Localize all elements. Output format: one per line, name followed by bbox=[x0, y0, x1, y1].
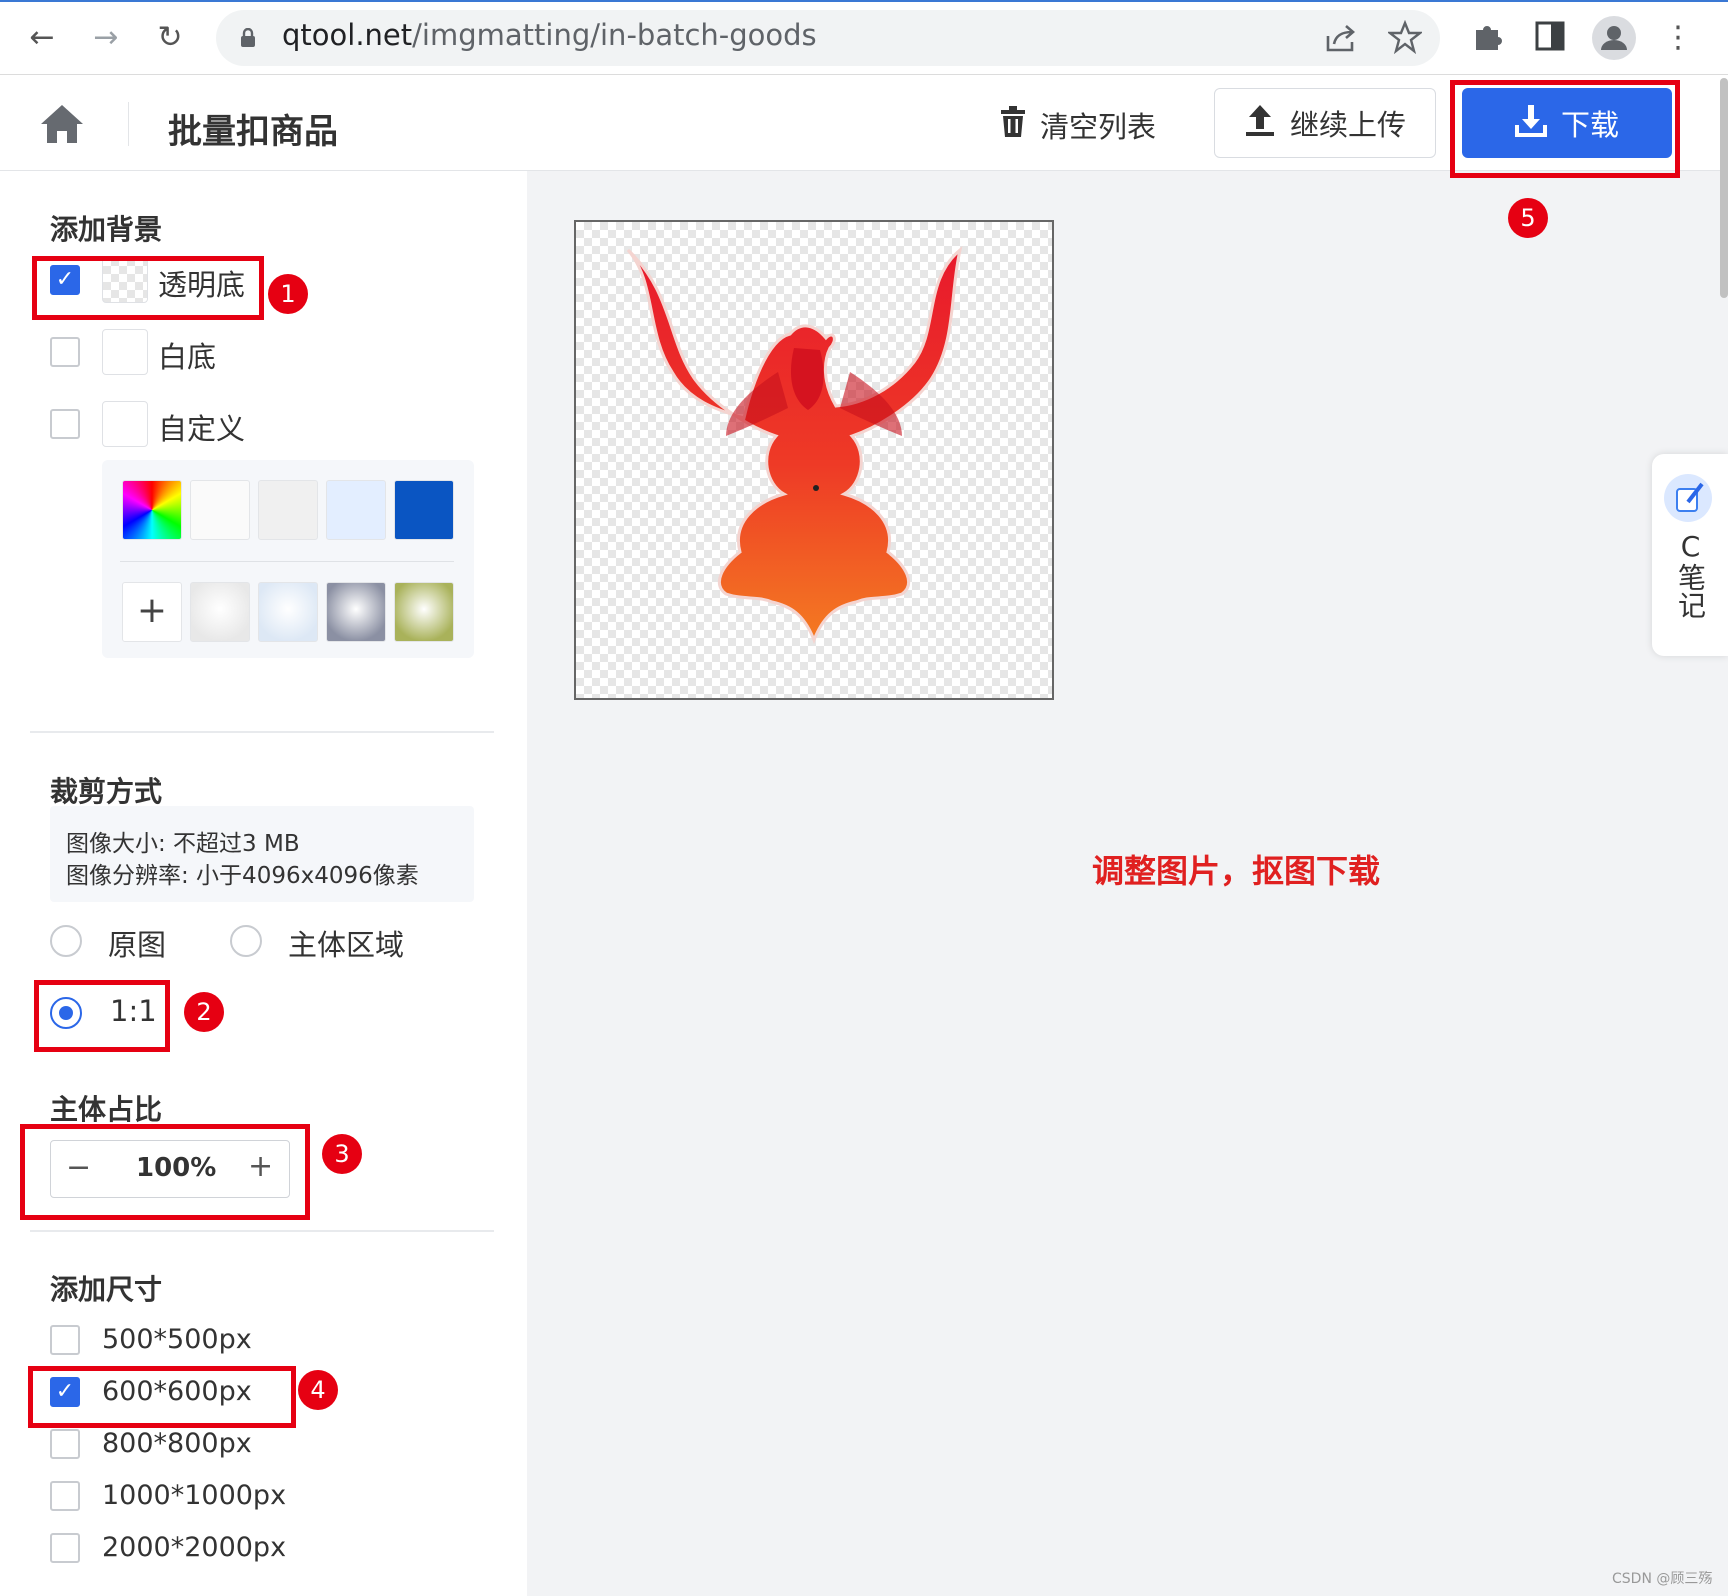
back-arrow-icon[interactable]: ← bbox=[20, 18, 64, 58]
crop-section-title: 裁剪方式 bbox=[50, 775, 163, 808]
extensions-puzzle-icon[interactable] bbox=[1470, 20, 1504, 58]
size-800-label: 800*800px bbox=[102, 1428, 252, 1459]
size-2000-checkbox[interactable] bbox=[50, 1533, 80, 1563]
annotation-badge-3: 3 bbox=[322, 1134, 362, 1174]
continue-upload-label: 继续上传 bbox=[1289, 108, 1406, 142]
palette-color-swatch[interactable] bbox=[326, 480, 386, 540]
white-bg-swatch bbox=[102, 329, 148, 375]
trash-icon bbox=[1000, 105, 1026, 145]
crop-original-label: 原图 bbox=[108, 928, 167, 962]
palette-color-swatch[interactable] bbox=[394, 480, 454, 540]
ratio-section-title: 主体占比 bbox=[50, 1093, 163, 1126]
size-800-checkbox[interactable] bbox=[50, 1429, 80, 1459]
palette-texture-swatch[interactable] bbox=[258, 582, 318, 642]
size-500-label: 500*500px bbox=[102, 1324, 252, 1355]
instruction-note: 调整图片，抠图下载 bbox=[1092, 852, 1381, 890]
lock-icon[interactable] bbox=[240, 27, 256, 48]
clear-list-label: 清空列表 bbox=[1040, 110, 1157, 144]
image-size-info: 图像大小: 不超过3 MB bbox=[66, 831, 300, 857]
palette-color-swatch[interactable] bbox=[190, 480, 250, 540]
annotation-box-1 bbox=[32, 256, 264, 320]
palette-texture-swatch[interactable] bbox=[394, 582, 454, 642]
section-divider bbox=[30, 1230, 494, 1232]
color-wheel-swatch[interactable] bbox=[122, 480, 182, 540]
phoenix-image bbox=[626, 246, 963, 645]
browser-menu-icon[interactable]: ⋮ bbox=[1656, 18, 1700, 58]
forward-arrow-icon[interactable]: → bbox=[84, 18, 128, 58]
section-divider bbox=[30, 731, 494, 733]
background-section-title: 添加背景 bbox=[50, 213, 163, 246]
clear-list-button[interactable]: 清空列表 bbox=[1000, 100, 1156, 150]
custom-bg-swatch bbox=[102, 401, 148, 447]
url-text[interactable]: qtool.net/imgmatting/in-batch-goods bbox=[282, 18, 817, 52]
palette-texture-swatch[interactable] bbox=[190, 582, 250, 642]
side-note-label: C笔记 bbox=[1674, 530, 1707, 619]
size-1000-checkbox[interactable] bbox=[50, 1481, 80, 1511]
watermark-text: CSDN @顾三殇 bbox=[1612, 1571, 1713, 1587]
annotation-badge-4: 4 bbox=[298, 1370, 338, 1410]
home-icon[interactable] bbox=[38, 102, 86, 150]
annotation-box-5 bbox=[1450, 80, 1680, 178]
continue-upload-button[interactable]: 继续上传 bbox=[1214, 88, 1436, 158]
size-section-title: 添加尺寸 bbox=[50, 1273, 163, 1306]
annotation-box-3 bbox=[20, 1124, 310, 1220]
page-scrollbar[interactable] bbox=[1720, 78, 1728, 298]
upload-icon bbox=[1244, 103, 1276, 144]
annotation-box-4 bbox=[28, 1366, 296, 1428]
annotation-badge-1: 1 bbox=[268, 274, 308, 314]
image-thumbnail[interactable] bbox=[574, 220, 1054, 700]
header-separator bbox=[128, 102, 129, 146]
annotation-badge-5: 5 bbox=[1508, 198, 1548, 238]
crop-subject-label: 主体区域 bbox=[288, 928, 405, 962]
size-2000-label: 2000*2000px bbox=[102, 1532, 287, 1563]
crop-original-radio[interactable] bbox=[50, 925, 82, 957]
share-icon[interactable] bbox=[1324, 22, 1358, 58]
bookmark-star-icon[interactable] bbox=[1386, 19, 1424, 58]
reload-icon[interactable]: ↻ bbox=[148, 18, 192, 58]
profile-avatar-icon[interactable] bbox=[1592, 16, 1636, 60]
page-title: 批量扣商品 bbox=[168, 112, 338, 152]
tab-strip-edge bbox=[0, 0, 1728, 2]
crop-subject-radio[interactable] bbox=[230, 925, 262, 957]
white-bg-label: 白底 bbox=[158, 340, 217, 374]
image-resolution-info: 图像分辨率: 小于4096x4096像素 bbox=[66, 863, 419, 889]
note-feather-icon bbox=[1664, 474, 1712, 522]
annotation-badge-2: 2 bbox=[184, 992, 224, 1032]
palette-texture-swatch[interactable] bbox=[326, 582, 386, 642]
palette-divider bbox=[120, 561, 454, 562]
size-500-checkbox[interactable] bbox=[50, 1325, 80, 1355]
size-1000-label: 1000*1000px bbox=[102, 1480, 287, 1511]
palette-color-swatch[interactable] bbox=[258, 480, 318, 540]
annotation-box-2 bbox=[34, 980, 170, 1052]
side-panel-icon[interactable] bbox=[1534, 20, 1566, 56]
custom-bg-label: 自定义 bbox=[158, 412, 246, 446]
add-color-plus-icon[interactable]: + bbox=[122, 582, 182, 642]
custom-bg-checkbox[interactable] bbox=[50, 409, 80, 439]
white-bg-checkbox[interactable] bbox=[50, 337, 80, 367]
